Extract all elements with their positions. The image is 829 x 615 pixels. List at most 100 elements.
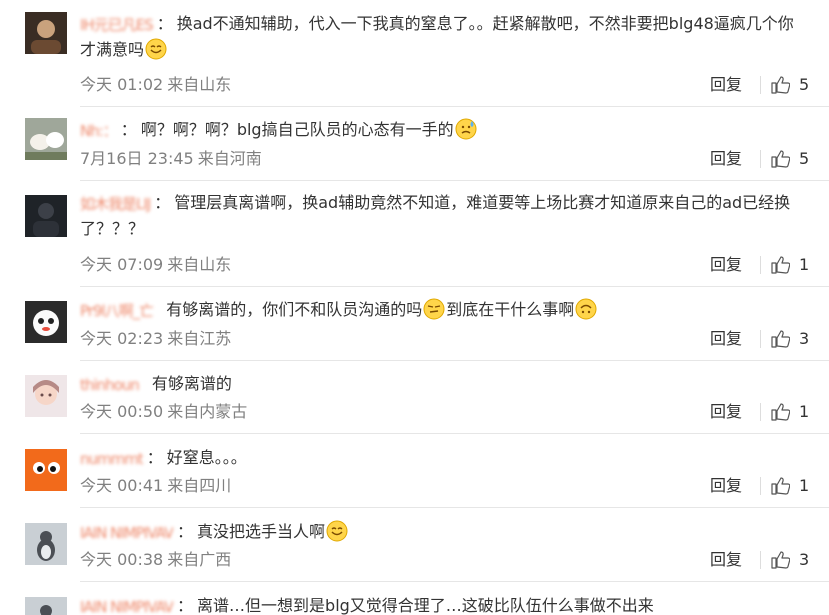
comment-item: thinhoun 有够离谱的 今天 00:50 来自内蒙古 回复 1 <box>0 371 829 441</box>
like-button[interactable]: 5 <box>771 149 809 169</box>
thumbs-up-icon <box>771 551 790 569</box>
reply-button[interactable]: 回复 <box>710 75 742 95</box>
colon: ： <box>177 522 194 541</box>
like-button[interactable]: 3 <box>771 550 809 570</box>
colon <box>157 300 162 319</box>
colon: ： <box>177 596 194 615</box>
username[interactable]: 如木我是LIJ <box>80 194 150 214</box>
like-button[interactable]: 1 <box>771 402 809 422</box>
comment-item: IH元已凡ES：换ad不通知辅助，代入一下我真的窒息了。。赶紧解散吧，不然非要把… <box>0 12 829 107</box>
username[interactable]: nummmt <box>80 449 143 469</box>
like-button[interactable]: 1 <box>771 255 809 275</box>
comment-location: 来自四川 <box>167 476 232 495</box>
comment-text: 有够离谱的，你们不和队员沟通的吗 <box>166 300 423 319</box>
comment-text: 到底在干什么事啊 <box>446 300 575 319</box>
comment-item: Pr9l八啊_亡 有够离谱的，你们不和队员沟通的吗 到底在干什么事啊 今天 02:… <box>0 297 829 367</box>
thumbs-up-icon <box>771 330 790 348</box>
like-count: 3 <box>799 329 810 348</box>
comment-item: Nh:：：啊？啊？啊？blg搞自己队员的心态有一手的 7月16日 23:45 来自… <box>0 118 829 188</box>
avatar[interactable] <box>25 118 67 160</box>
thumbs-up-icon <box>771 150 790 168</box>
colon: ： <box>154 193 171 212</box>
upside-down-emoji-icon <box>575 298 597 320</box>
separator <box>760 150 761 168</box>
like-count: 1 <box>799 402 810 421</box>
colon <box>143 374 148 393</box>
divider <box>80 433 829 434</box>
thumbs-up-icon <box>771 76 790 94</box>
username[interactable]: thinhoun <box>80 375 139 395</box>
username[interactable]: IAIN NIMPIVAV <box>80 597 173 615</box>
reply-button[interactable]: 回复 <box>710 329 742 349</box>
separator <box>760 477 761 495</box>
smile-emoji-icon <box>326 520 348 542</box>
comment-time: 今天 00:38 <box>80 550 164 569</box>
divider <box>80 360 829 361</box>
colon: ： <box>156 14 173 33</box>
username[interactable]: Pr9l八啊_亡 <box>80 301 153 321</box>
comment-item: IAIN NIMPIVAV：离谱…但一想到是blg又觉得合理了…这破比队伍什么事… <box>0 593 829 615</box>
like-count: 5 <box>799 149 810 168</box>
avatar[interactable] <box>25 375 67 417</box>
reply-button[interactable]: 回复 <box>710 550 742 570</box>
separator <box>760 256 761 274</box>
comment-time: 今天 01:02 <box>80 75 164 94</box>
divider <box>80 507 829 508</box>
reply-button[interactable]: 回复 <box>710 149 742 169</box>
avatar[interactable] <box>25 449 67 491</box>
divider <box>80 286 829 287</box>
comment-item: 如木我是LIJ：管理层真离谱啊，换ad辅助竟然不知道，难道要等上场比赛才知道原来… <box>0 190 829 287</box>
comment-location: 来自山东 <box>167 75 232 94</box>
username[interactable]: IH元已凡ES <box>80 15 153 35</box>
comment-location: 来自江苏 <box>167 329 232 348</box>
avatar[interactable] <box>25 301 67 343</box>
like-button[interactable]: 5 <box>771 75 809 95</box>
like-button[interactable]: 3 <box>771 329 809 349</box>
separator <box>760 76 761 94</box>
comment-location: 来自河南 <box>197 149 262 168</box>
smirk-emoji-icon <box>423 298 445 320</box>
comment-location: 来自内蒙古 <box>167 402 248 421</box>
comment-time: 7月16日 23:45 <box>80 149 194 168</box>
comment-time: 今天 02:23 <box>80 329 164 348</box>
separator <box>760 330 761 348</box>
like-count: 5 <box>799 75 810 94</box>
comment-time: 今天 00:50 <box>80 402 164 421</box>
divider <box>80 581 829 582</box>
comment-text: 离谱…但一想到是blg又觉得合理了…这破比队伍什么事做不出来 <box>197 596 654 615</box>
comment-text: 有够离谱的 <box>151 374 232 393</box>
like-count: 3 <box>799 550 810 569</box>
comment-text: 换ad不通知辅助，代入一下我真的窒息了。。赶紧解散吧，不然非要把blg48逼疯几… <box>80 14 794 59</box>
reply-button[interactable]: 回复 <box>710 402 742 422</box>
colon: ： <box>120 120 137 139</box>
comment-item: IAIN NIMPIVAV：真没把选手当人啊 今天 00:38 来自广西 回复 3 <box>0 519 829 589</box>
username[interactable]: Nh:： <box>80 121 117 141</box>
comment-text: 真没把选手当人啊 <box>197 522 326 541</box>
comment-location: 来自山东 <box>167 255 232 274</box>
smile-emoji-icon <box>145 38 167 60</box>
avatar[interactable] <box>25 195 67 237</box>
comment-text: 好窒息。。。 <box>166 448 247 467</box>
separator <box>760 403 761 421</box>
colon: ： <box>146 448 163 467</box>
like-button[interactable]: 1 <box>771 476 809 496</box>
comment-time: 今天 07:09 <box>80 255 164 274</box>
avatar[interactable] <box>25 597 67 615</box>
reply-button[interactable]: 回复 <box>710 255 742 275</box>
like-count: 1 <box>799 476 810 495</box>
comment-time: 今天 00:41 <box>80 476 164 495</box>
comment-location: 来自广西 <box>167 550 232 569</box>
comment-text: 啊？啊？啊？blg搞自己队员的心态有一手的 <box>140 120 454 139</box>
comment-text: 管理层真离谱啊，换ad辅助竟然不知道，难道要等上场比赛才知道原来自己的ad已经换… <box>80 193 791 238</box>
thumbs-up-icon <box>771 477 790 495</box>
avatar[interactable] <box>25 523 67 565</box>
reply-button[interactable]: 回复 <box>710 476 742 496</box>
separator <box>760 551 761 569</box>
divider <box>80 180 829 181</box>
like-count: 1 <box>799 255 810 274</box>
username[interactable]: IAIN NIMPIVAV <box>80 523 173 543</box>
divider <box>80 106 829 107</box>
avatar[interactable] <box>25 12 67 54</box>
sweat-emoji-icon <box>455 118 477 140</box>
thumbs-up-icon <box>771 256 790 274</box>
